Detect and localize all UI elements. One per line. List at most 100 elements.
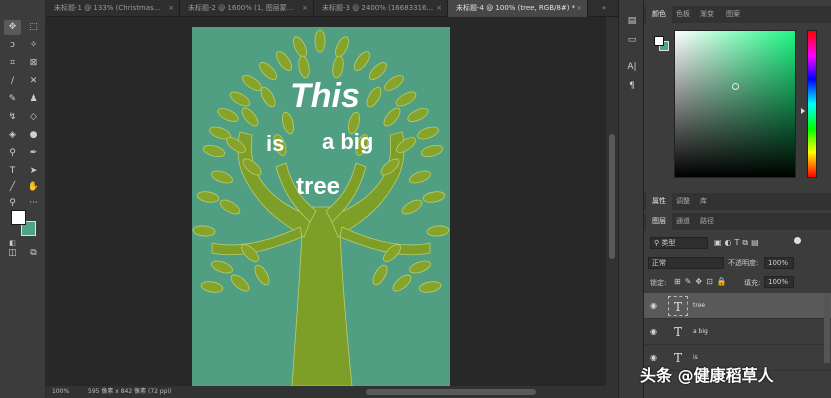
tab-document-4[interactable]: 未标题-4 @ 100% (tree, RGB/8#) * × xyxy=(448,0,588,17)
marquee-tool-icon[interactable]: ⬚ xyxy=(25,20,42,35)
path-select-icon[interactable]: ➤ xyxy=(25,164,42,179)
layer-name[interactable]: is xyxy=(693,354,698,361)
document-canvas[interactable]: This is a big tree xyxy=(192,27,450,386)
filter-toggle-icon[interactable] xyxy=(794,237,801,244)
close-icon[interactable]: × xyxy=(168,0,174,17)
magic-wand-tool-icon[interactable]: ✧ xyxy=(25,38,42,53)
close-icon[interactable]: × xyxy=(302,0,308,17)
screen-mode-icon[interactable]: ⧉ xyxy=(25,246,42,261)
history-brush-icon[interactable]: ↯ xyxy=(4,110,21,125)
leaf xyxy=(417,126,439,140)
document-tabs: 未标题-1 @ 133% (Christmas... × 未标题-2 @ 160… xyxy=(46,0,618,17)
move-tool-icon[interactable]: ✥ xyxy=(4,20,21,35)
leaf xyxy=(418,281,442,293)
tab-gradients[interactable]: 渐变 xyxy=(694,6,720,23)
canvas-text-is[interactable]: is xyxy=(266,131,284,157)
leaf xyxy=(369,62,387,80)
hand-tool-icon[interactable]: ✋ xyxy=(25,180,42,195)
more-tools-icon[interactable]: ··· xyxy=(25,196,42,211)
tab-label: 未标题-4 @ 100% (tree, RGB/8#) * xyxy=(456,4,576,12)
paint-bucket-icon[interactable]: ◈ xyxy=(4,128,21,143)
eyedropper-tool-icon[interactable]: ∕ xyxy=(4,74,21,89)
leaf xyxy=(298,55,310,79)
layer-name[interactable]: tree xyxy=(693,302,705,309)
zoom-level[interactable]: 100% xyxy=(52,386,69,398)
crop-tool-icon[interactable]: ⌗ xyxy=(4,56,21,71)
tab-layers[interactable]: 图层 xyxy=(646,213,672,230)
foreground-color-swatch[interactable] xyxy=(11,210,26,225)
frame-tool-icon[interactable]: ⊠ xyxy=(25,56,42,71)
color-panel-tabs: 颜色 色板 渐变 图案 xyxy=(644,6,831,23)
layer-name[interactable]: a big xyxy=(693,328,708,335)
visibility-eye-icon[interactable]: ◉ xyxy=(650,327,660,337)
vertical-scrollbar[interactable] xyxy=(606,17,618,386)
blur-tool-icon[interactable]: ● xyxy=(25,128,42,143)
tab-patterns[interactable]: 图案 xyxy=(720,6,746,23)
dodge-tool-icon[interactable]: ⚲ xyxy=(4,146,21,161)
character-panel-icon[interactable]: A| xyxy=(625,60,639,74)
layer-filter-dropdown[interactable]: ⚲ 类型 xyxy=(650,237,708,249)
leaf xyxy=(314,29,326,53)
horizontal-scroll-thumb[interactable] xyxy=(366,389,536,395)
canvas-text-tree[interactable]: tree xyxy=(296,173,340,201)
canvas-text-this[interactable]: This xyxy=(290,77,360,116)
leaf xyxy=(230,274,250,292)
layer-filter-icons[interactable]: ▣◐T⧉▤ xyxy=(714,238,762,248)
tab-document-2[interactable]: 未标题-2 @ 1600% (1, 图层蒙... × xyxy=(180,0,314,17)
hue-slider[interactable] xyxy=(807,30,817,178)
lock-icons[interactable]: ⊞✎✥⊡🔒 xyxy=(674,277,731,286)
leaf xyxy=(217,108,239,122)
layer-row-tree[interactable]: ◉ T tree xyxy=(644,293,831,319)
quick-mask-icon[interactable]: ◫ xyxy=(4,246,21,261)
leaf xyxy=(229,91,251,107)
color-picker-handle[interactable] xyxy=(732,83,739,90)
layers-scrollbar[interactable] xyxy=(824,293,830,363)
stamp-tool-icon[interactable]: ♟ xyxy=(25,92,42,107)
tab-adjustments[interactable]: 调整 xyxy=(670,193,696,210)
lasso-tool-icon[interactable]: ↄ xyxy=(4,38,21,53)
more-tabs-icon[interactable]: » xyxy=(602,0,606,17)
eraser-tool-icon[interactable]: ◇ xyxy=(25,110,42,125)
leaf xyxy=(200,281,224,293)
tab-label: 未标题-2 @ 1600% (1, 图层蒙... xyxy=(188,4,294,12)
vertical-scroll-thumb[interactable] xyxy=(609,134,615,259)
close-icon[interactable]: × xyxy=(576,0,582,17)
zoom-tool-icon[interactable]: ⚲ xyxy=(4,196,21,211)
brush-tool-icon[interactable]: ✎ xyxy=(4,92,21,107)
leaf xyxy=(383,107,401,127)
paragraph-panel-icon[interactable]: ¶ xyxy=(625,79,639,93)
tab-document-3[interactable]: 未标题-3 @ 2400% (16683316... × xyxy=(314,0,448,17)
watermark-text: 头条 @健康稻草人 xyxy=(640,366,774,385)
layer-row-a-big[interactable]: ◉ T a big xyxy=(644,319,831,345)
healing-tool-icon[interactable]: ✕ xyxy=(25,74,42,89)
tree-branch-low-left xyxy=(211,226,303,256)
opacity-input[interactable]: 100% xyxy=(764,257,794,269)
history-panel-icon[interactable]: ▤ xyxy=(625,14,639,28)
color-field[interactable] xyxy=(674,30,796,178)
tab-paths[interactable]: 路径 xyxy=(694,213,720,230)
comments-panel-icon[interactable]: ▭ xyxy=(625,33,639,47)
foreground-color-mini[interactable] xyxy=(654,36,664,46)
blend-mode-dropdown[interactable]: 正常 xyxy=(648,257,724,269)
hue-slider-handle[interactable] xyxy=(801,108,805,114)
leaf xyxy=(219,199,241,215)
visibility-eye-icon[interactable]: ◉ xyxy=(650,301,660,311)
tab-color[interactable]: 颜色 xyxy=(646,6,672,23)
leaf xyxy=(366,86,382,108)
line-tool-icon[interactable]: ╱ xyxy=(4,180,21,195)
canvas-workspace[interactable]: This is a big tree xyxy=(46,17,606,386)
leaf xyxy=(409,170,431,184)
close-icon[interactable]: × xyxy=(436,0,442,17)
type-tool-icon[interactable]: T xyxy=(4,164,21,179)
tab-document-1[interactable]: 未标题-1 @ 133% (Christmas... × xyxy=(46,0,180,17)
canvas-text-a-big[interactable]: a big xyxy=(322,129,373,155)
tab-properties[interactable]: 属性 xyxy=(646,193,672,210)
leaf xyxy=(202,144,226,158)
tab-libraries[interactable]: 库 xyxy=(694,193,713,210)
blend-mode-value: 正常 xyxy=(652,259,666,267)
pen-tool-icon[interactable]: ✒ xyxy=(25,146,42,161)
tab-swatches[interactable]: 色板 xyxy=(670,6,696,23)
fill-input[interactable]: 100% xyxy=(764,276,794,288)
leaf xyxy=(332,55,344,79)
tab-channels[interactable]: 通道 xyxy=(670,213,696,230)
